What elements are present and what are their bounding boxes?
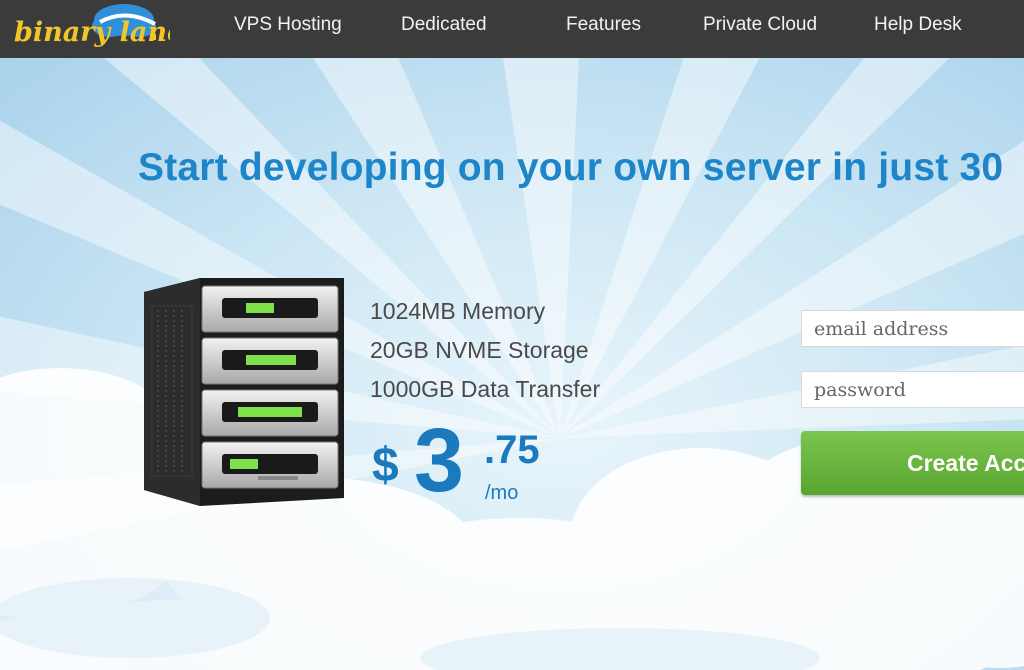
binary-lane-logo[interactable]: binary lane [0,0,184,58]
price-currency: $ [372,439,399,492]
server-rack-icon [144,278,344,506]
price-whole: 3 [414,411,465,511]
price-cents: .75 [484,428,540,472]
nav-item-features[interactable]: Features [566,0,641,50]
nav-item-private-cloud[interactable]: Private Cloud [703,0,817,50]
create-account-button[interactable]: Create Account [801,431,1024,495]
email-input[interactable] [801,310,1024,347]
nav-item-vps-hosting[interactable]: VPS Hosting [234,0,342,50]
hero-section: Start developing on your own server in j… [0,58,1024,670]
top-navigation: binary lane VPS Hosting Dedicated Featur… [0,0,1024,58]
spec-transfer: 1000GB Data Transfer [370,376,601,402]
nav-item-help-desk[interactable]: Help Desk [874,0,962,50]
spec-storage: 20GB NVME Storage [370,337,589,363]
password-input[interactable] [801,371,1024,408]
logo-text: binary lane [14,17,170,48]
nav-item-dedicated[interactable]: Dedicated [401,0,487,50]
price-period: /mo [485,482,519,504]
hero-headline: Start developing on your own server in j… [138,146,1004,189]
spec-memory: 1024MB Memory [370,298,546,324]
